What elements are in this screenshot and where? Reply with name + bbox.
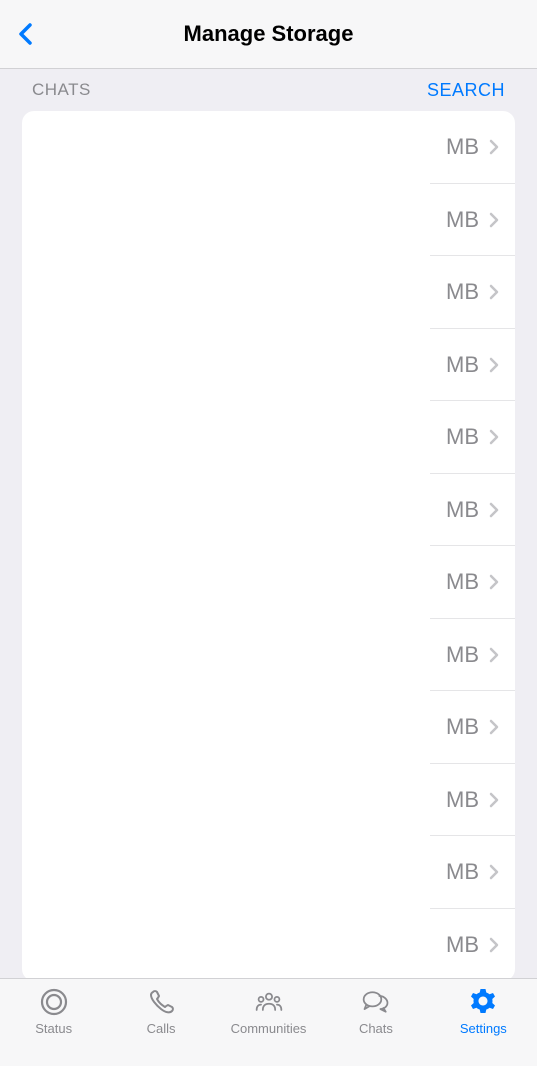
chat-row[interactable]: MB — [22, 909, 515, 982]
chevron-right-icon — [489, 429, 499, 445]
row-size-label: MB — [446, 134, 479, 160]
chevron-right-icon — [489, 502, 499, 518]
calls-icon — [146, 987, 176, 1017]
chat-row[interactable]: MB — [22, 329, 515, 402]
row-size-label: MB — [446, 569, 479, 595]
tab-bar: Status Calls Communities — [0, 978, 537, 1066]
tab-settings[interactable]: Settings — [430, 987, 537, 1036]
header-bar: Manage Storage — [0, 0, 537, 69]
tab-status[interactable]: Status — [0, 987, 107, 1036]
tab-label: Calls — [147, 1021, 176, 1036]
tab-label: Chats — [359, 1021, 393, 1036]
chevron-right-icon — [489, 357, 499, 373]
chat-row[interactable]: MB — [22, 619, 515, 692]
row-size-label: MB — [446, 859, 479, 885]
row-size-label: MB — [446, 642, 479, 668]
row-size-label: MB — [446, 279, 479, 305]
row-size-label: MB — [446, 207, 479, 233]
search-link[interactable]: SEARCH — [427, 80, 505, 101]
tab-label: Status — [35, 1021, 72, 1036]
chat-row[interactable]: MB — [22, 764, 515, 837]
chat-row[interactable]: MB — [22, 836, 515, 909]
chevron-right-icon — [489, 139, 499, 155]
chevron-right-icon — [489, 647, 499, 663]
row-size-label: MB — [446, 352, 479, 378]
chat-row[interactable]: MB — [22, 184, 515, 257]
chat-row[interactable]: MB — [22, 111, 515, 184]
row-size-label: MB — [446, 497, 479, 523]
communities-icon — [254, 987, 284, 1017]
section-header: CHATS SEARCH — [0, 69, 537, 111]
chats-list: MB MB MB MB MB MB MB MB MB MB MB MB — [22, 111, 515, 981]
chevron-right-icon — [489, 284, 499, 300]
row-size-label: MB — [446, 424, 479, 450]
tab-label: Communities — [231, 1021, 307, 1036]
tab-label: Settings — [460, 1021, 507, 1036]
chevron-right-icon — [489, 937, 499, 953]
settings-icon — [468, 987, 498, 1017]
chat-row[interactable]: MB — [22, 256, 515, 329]
chat-row[interactable]: MB — [22, 401, 515, 474]
chevron-right-icon — [489, 719, 499, 735]
tab-calls[interactable]: Calls — [107, 987, 214, 1036]
chat-row[interactable]: MB — [22, 546, 515, 619]
chevron-left-icon — [17, 22, 33, 46]
tab-communities[interactable]: Communities — [215, 987, 322, 1036]
chevron-right-icon — [489, 574, 499, 590]
row-size-label: MB — [446, 787, 479, 813]
tab-chats[interactable]: Chats — [322, 987, 429, 1036]
row-size-label: MB — [446, 714, 479, 740]
chevron-right-icon — [489, 864, 499, 880]
section-label: CHATS — [32, 80, 91, 100]
back-button[interactable] — [10, 19, 40, 49]
chevron-right-icon — [489, 212, 499, 228]
chat-row[interactable]: MB — [22, 474, 515, 547]
chats-icon — [361, 987, 391, 1017]
status-icon — [39, 987, 69, 1017]
row-size-label: MB — [446, 932, 479, 958]
page-title: Manage Storage — [184, 21, 354, 47]
chevron-right-icon — [489, 792, 499, 808]
chat-row[interactable]: MB — [22, 691, 515, 764]
